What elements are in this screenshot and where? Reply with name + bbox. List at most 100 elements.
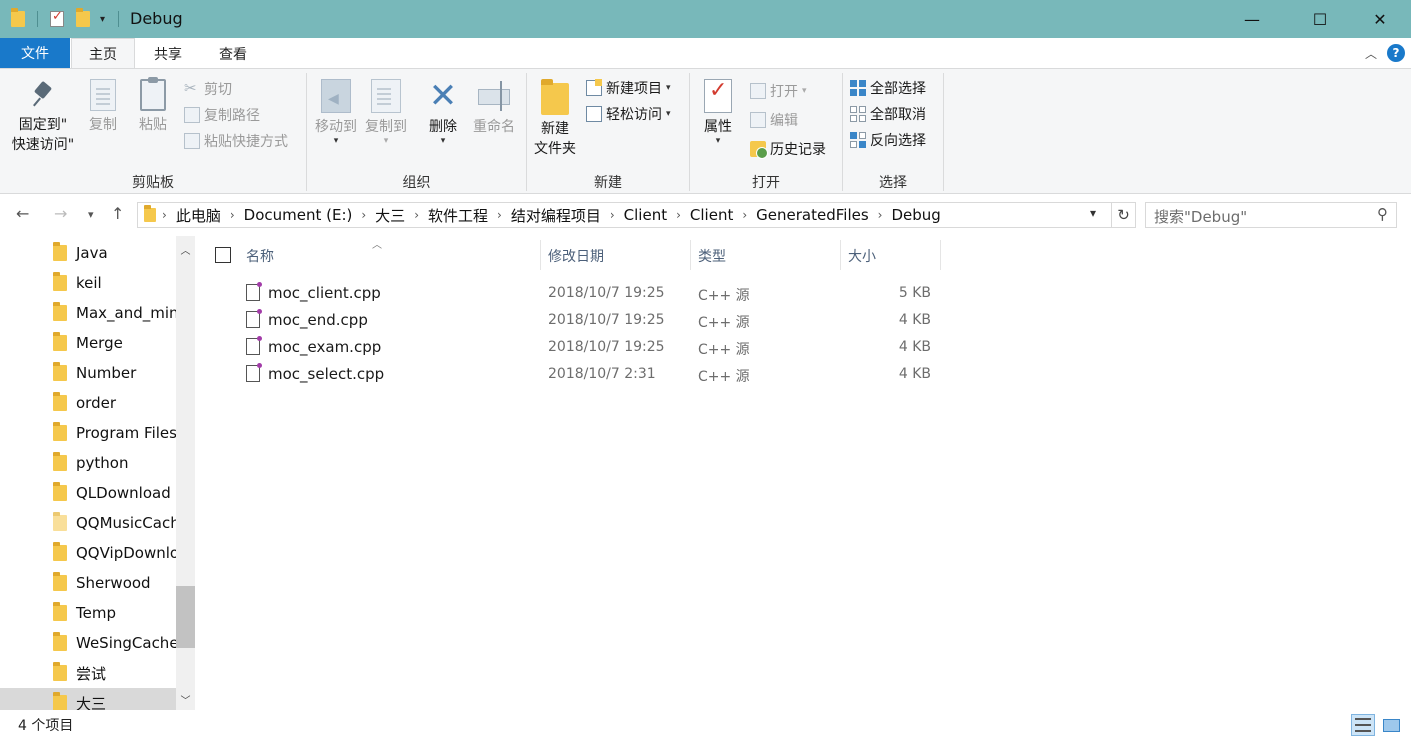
open-button[interactable]: 打开 ▾: [750, 81, 807, 101]
file-row[interactable]: moc_exam.cpp 2018/10/7 19:25 C++ 源 4 KB: [200, 334, 941, 361]
nav-folder-sherwood[interactable]: Sherwood: [0, 568, 176, 598]
close-button[interactable]: ✕: [1357, 0, 1403, 38]
select-all-checkbox[interactable]: [215, 247, 231, 263]
properties-quick-icon[interactable]: [50, 9, 64, 29]
breadcrumb-this-pc[interactable]: 此电脑: [167, 205, 230, 226]
address-bar[interactable]: › 此电脑 › Document (E:) › 大三 › 软件工程 › 结对编程…: [137, 202, 1112, 228]
address-dropdown-icon[interactable]: ▾: [1090, 206, 1096, 220]
new-folder-button[interactable]: 新建 文件夹: [531, 79, 579, 159]
nav-folder-try[interactable]: 尝试: [0, 658, 176, 688]
large-icons-view-button[interactable]: [1379, 714, 1403, 736]
refresh-icon[interactable]: ↻: [1112, 202, 1136, 228]
file-size: 4 KB: [898, 339, 931, 355]
copy-button[interactable]: 复制: [84, 79, 122, 135]
nav-folder-wesingcache[interactable]: WeSingCache: [0, 628, 176, 658]
properties-button[interactable]: 属性 ▾: [697, 79, 739, 151]
help-icon[interactable]: ?: [1387, 44, 1405, 62]
details-view-button[interactable]: [1351, 714, 1375, 736]
rename-icon: [476, 79, 512, 113]
search-input[interactable]: 搜索"Debug" ⚲: [1145, 202, 1397, 228]
open-label: 打开: [770, 84, 798, 100]
nav-folder-number[interactable]: Number: [0, 358, 176, 388]
cut-button[interactable]: 剪切: [184, 79, 232, 99]
invert-selection-icon: [850, 132, 866, 148]
scroll-up-icon[interactable]: ︿: [176, 240, 195, 258]
paste-shortcut-button[interactable]: 粘贴快捷方式: [184, 131, 288, 151]
breadcrumb-generated-files[interactable]: GeneratedFiles: [747, 206, 878, 224]
tab-share[interactable]: 共享: [136, 38, 200, 69]
file-row[interactable]: moc_client.cpp 2018/10/7 19:25 C++ 源 5 K…: [200, 280, 941, 307]
properties-check-icon: [704, 79, 732, 113]
ribbon: 固定到" 快速访问" 复制 粘贴 剪切 复制路径 粘贴快捷方式 剪贴板 移动到 …: [0, 68, 1411, 194]
pin-quick-access-button[interactable]: 固定到" 快速访问": [8, 79, 78, 155]
nav-folder-temp[interactable]: Temp: [0, 598, 176, 628]
folder-icon: [53, 632, 67, 651]
column-divider[interactable]: [690, 240, 691, 270]
new-folder-quick-icon[interactable]: [76, 8, 90, 29]
move-to-button[interactable]: 移动到 ▾: [311, 79, 361, 151]
column-divider[interactable]: [840, 240, 841, 270]
column-divider[interactable]: [940, 240, 941, 270]
breadcrumb-software-engineering[interactable]: 软件工程: [419, 205, 497, 226]
nav-folder-label: QLDownload: [76, 484, 171, 502]
invert-selection-button[interactable]: 反向选择: [850, 130, 926, 150]
breadcrumb-drive[interactable]: Document (E:): [235, 206, 362, 224]
column-header-type[interactable]: 类型: [698, 240, 838, 272]
breadcrumb-junior[interactable]: 大三: [366, 205, 414, 226]
customize-quick-access-icon[interactable]: ▾: [100, 9, 105, 29]
back-arrow-icon[interactable]: ←: [16, 204, 29, 223]
select-none-icon: [850, 106, 866, 122]
file-row[interactable]: moc_end.cpp 2018/10/7 19:25 C++ 源 4 KB: [200, 307, 941, 334]
new-item-button[interactable]: 新建项目 ▾: [586, 78, 671, 98]
column-header-name[interactable]: 名称: [246, 240, 538, 272]
select-all-button[interactable]: 全部选择: [850, 78, 926, 98]
up-arrow-icon[interactable]: ↑: [111, 204, 124, 223]
nav-folder-java[interactable]: Java: [0, 238, 176, 268]
breadcrumb-client-2[interactable]: Client: [681, 206, 742, 224]
rename-button[interactable]: 重命名: [469, 79, 519, 137]
folder-icon: [53, 332, 67, 351]
nav-folder-label: keil: [76, 274, 102, 292]
nav-folder-max-and-min[interactable]: Max_and_min: [0, 298, 176, 328]
edit-icon: [750, 112, 766, 128]
breadcrumb-pair-project[interactable]: 结对编程项目: [502, 205, 610, 226]
tab-file[interactable]: 文件: [0, 38, 70, 68]
nav-folder-qldownload[interactable]: QLDownload: [0, 478, 176, 508]
easy-access-button[interactable]: 轻松访问 ▾: [586, 104, 671, 124]
nav-folder-merge[interactable]: Merge: [0, 328, 176, 358]
recent-locations-chevron-icon[interactable]: ▾: [88, 208, 94, 221]
tab-view[interactable]: 查看: [201, 38, 265, 69]
nav-folder-qqmusiccache[interactable]: QQMusicCache: [0, 508, 176, 538]
maximize-button[interactable]: ☐: [1297, 0, 1343, 38]
history-icon: [750, 141, 768, 159]
collapse-ribbon-icon[interactable]: ︿: [1365, 45, 1377, 62]
nav-folder-program-files[interactable]: Program Files: [0, 418, 176, 448]
file-row[interactable]: moc_select.cpp 2018/10/7 2:31 C++ 源 4 KB: [200, 361, 941, 388]
select-none-button[interactable]: 全部取消: [850, 104, 926, 124]
nav-folder-qqvipdownload[interactable]: QQVipDownload: [0, 538, 176, 568]
tab-home[interactable]: 主页: [71, 38, 135, 69]
folder-icon: [53, 422, 67, 441]
invert-selection-label: 反向选择: [870, 133, 926, 149]
column-divider[interactable]: [540, 240, 541, 270]
minimize-button[interactable]: —: [1229, 0, 1275, 38]
nav-folder-order[interactable]: order: [0, 388, 176, 418]
rename-label: 重命名: [473, 119, 515, 135]
copy-to-button[interactable]: 复制到 ▾: [361, 79, 411, 151]
column-header-size[interactable]: 大小: [848, 240, 938, 272]
history-button[interactable]: 历史记录: [750, 139, 826, 159]
forward-arrow-icon[interactable]: →: [54, 204, 67, 223]
breadcrumb-debug[interactable]: Debug: [882, 206, 949, 224]
paste-button[interactable]: 粘贴: [134, 77, 172, 135]
edit-button[interactable]: 编辑: [750, 110, 798, 130]
scroll-down-icon[interactable]: ﹀: [176, 690, 195, 708]
nav-folder-python[interactable]: python: [0, 448, 176, 478]
breadcrumb-client[interactable]: Client: [615, 206, 676, 224]
nav-folder-junior[interactable]: 大三: [0, 688, 176, 710]
file-type: C++ 源: [698, 288, 750, 304]
nav-folder-keil[interactable]: keil: [0, 268, 176, 298]
nav-scroll-thumb[interactable]: [176, 586, 195, 648]
column-header-modified[interactable]: 修改日期: [548, 240, 688, 272]
delete-button[interactable]: ✕ 删除 ▾: [421, 79, 465, 151]
copy-path-button[interactable]: 复制路径: [184, 105, 260, 125]
